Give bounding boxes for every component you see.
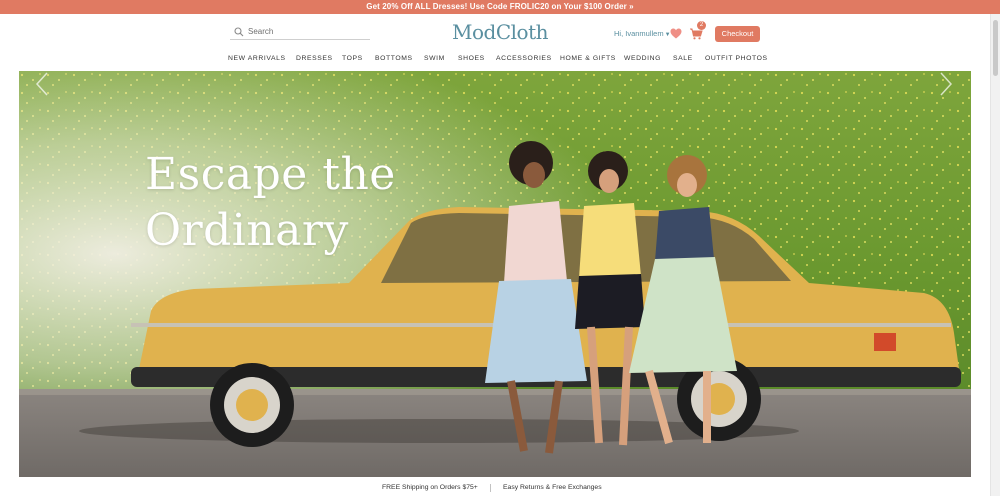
nav-bottoms[interactable]: BOTTOMS [375, 55, 413, 63]
hero-headline-line1: Escape the [145, 149, 396, 200]
free-shipping-text[interactable]: FREE Shipping on Orders $75+ [382, 480, 478, 496]
hero-headline: Escape the Ordinary [145, 147, 396, 259]
promo-banner[interactable]: Get 20% Off ALL Dresses! Use Code FROLIC… [0, 0, 1000, 14]
promo-text[interactable]: Get 20% Off ALL Dresses! Use Code FROLIC… [366, 2, 633, 11]
returns-text[interactable]: Easy Returns & Free Exchanges [503, 480, 602, 496]
hero-headline-line2: Ordinary [145, 205, 349, 256]
nav-new-arrivals[interactable]: NEW ARRIVALS [228, 55, 286, 63]
chevron-left-icon[interactable] [35, 71, 49, 97]
chevron-right-icon[interactable] [939, 71, 953, 97]
nav-accessories[interactable]: ACCESSORIES [496, 55, 552, 63]
site-logo[interactable]: ModCloth [452, 19, 548, 45]
nav-dresses[interactable]: DRESSES [296, 55, 333, 63]
checkout-button[interactable]: Checkout [715, 26, 760, 42]
user-menu[interactable]: Hi, Ivanmullem▼ [614, 29, 671, 40]
cart-count-badge: 2 [697, 21, 706, 30]
hero-image[interactable] [19, 71, 971, 477]
scrollbar[interactable] [990, 14, 1000, 496]
search-input[interactable] [248, 24, 366, 39]
nav-tops[interactable]: TOPS [342, 55, 363, 63]
nav-shoes[interactable]: SHOES [458, 55, 485, 63]
nav-wedding[interactable]: WEDDING [624, 55, 661, 63]
hero-banner[interactable]: Escape the Ordinary [19, 71, 971, 477]
nav-home-gifts[interactable]: HOME & GIFTS [560, 55, 616, 63]
scrollbar-thumb[interactable] [993, 20, 998, 76]
nav-outfit-photos[interactable]: OUTFIT PHOTOS [705, 55, 768, 63]
search-box[interactable] [230, 24, 370, 40]
main-nav: NEW ARRIVALS DRESSES TOPS BOTTOMS SWIM S… [0, 52, 990, 66]
footer-divider [490, 484, 491, 492]
nav-sale[interactable]: SALE [673, 55, 693, 63]
heart-icon[interactable] [670, 28, 682, 39]
nav-swim[interactable]: SWIM [424, 55, 445, 63]
search-icon[interactable] [234, 27, 244, 37]
user-greeting[interactable]: Hi, Ivanmullem [614, 29, 664, 38]
footer-bar: FREE Shipping on Orders $75+ Easy Return… [0, 480, 990, 496]
